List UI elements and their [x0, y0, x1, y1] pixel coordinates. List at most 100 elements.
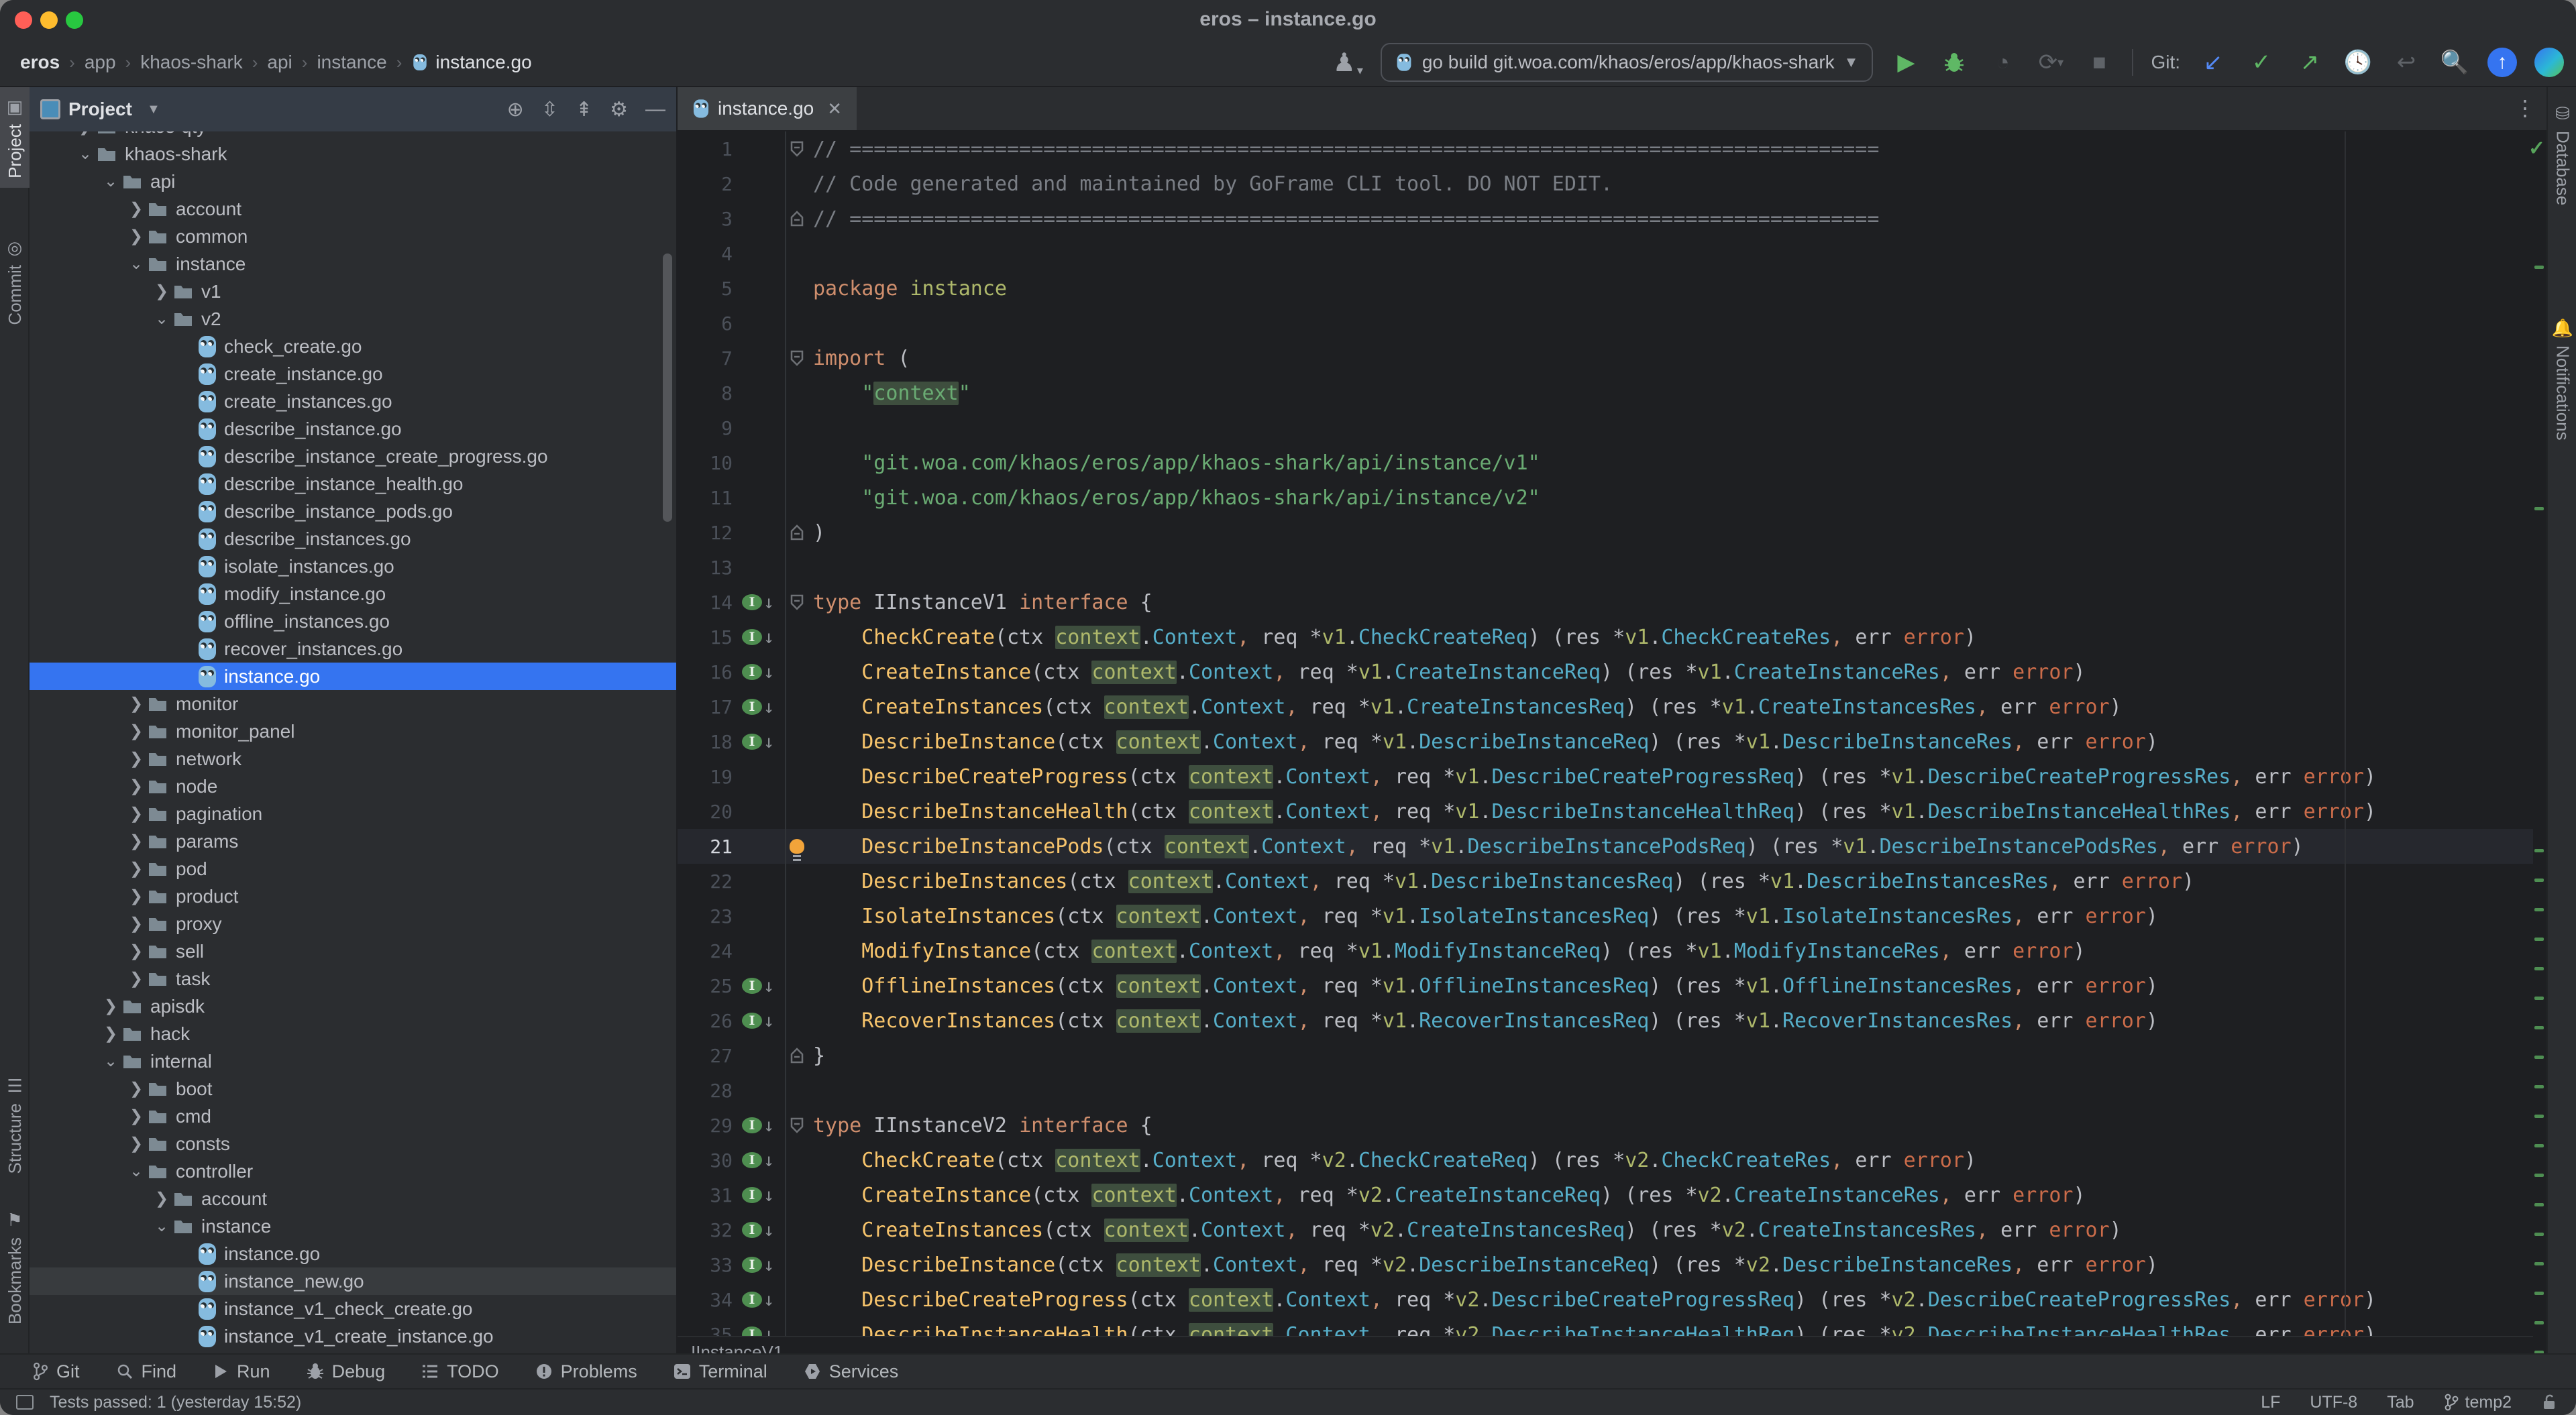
- chevron-right-icon[interactable]: ❯: [99, 997, 122, 1016]
- encoding-widget[interactable]: UTF-8: [2310, 1393, 2357, 1412]
- breadcrumb-item[interactable]: khaos-shark: [140, 52, 243, 73]
- code-line-24[interactable]: 24 ModifyInstance(ctx context.Context, r…: [678, 933, 2533, 968]
- tree-row-recover-instances-go[interactable]: recover_instances.go: [30, 635, 676, 663]
- git-commit-icon[interactable]: ✓: [2246, 47, 2277, 78]
- inspections-ok-icon[interactable]: ✓: [2528, 137, 2545, 160]
- code-editor[interactable]: 1// ====================================…: [678, 131, 2533, 1336]
- tree-row-describe-instance-create-progress-go[interactable]: describe_instance_create_progress.go: [30, 443, 676, 470]
- chevron-right-icon[interactable]: ❯: [125, 749, 148, 769]
- implemented-gutter-icon[interactable]: I↓: [742, 663, 785, 681]
- vcs-change-mark[interactable]: [2534, 1174, 2544, 1177]
- code-line-27[interactable]: 27}: [678, 1038, 2533, 1073]
- tree-row-instance-v1-create-instance-go[interactable]: instance_v1_create_instance.go: [30, 1322, 676, 1350]
- chevron-down-icon[interactable]: ⌄: [99, 172, 122, 191]
- toolwindow-button-problems[interactable]: Problems: [535, 1361, 637, 1382]
- code-line-17[interactable]: 17I↓ CreateInstances(ctx context.Context…: [678, 689, 2533, 724]
- tree-row-create-instance-go[interactable]: create_instance.go: [30, 360, 676, 388]
- debug-button[interactable]: [1939, 47, 1970, 78]
- tree-row-hack[interactable]: ❯hack: [30, 1020, 676, 1048]
- close-tab-icon[interactable]: ✕: [827, 99, 842, 119]
- rerun-with-coverage-button[interactable]: ⟳▾: [2035, 47, 2066, 78]
- chevron-right-icon[interactable]: ❯: [150, 282, 173, 301]
- implemented-gutter-icon[interactable]: I↓: [742, 1221, 785, 1239]
- chevron-down-icon[interactable]: ⌄: [99, 1052, 122, 1071]
- vcs-change-mark[interactable]: [2534, 938, 2544, 941]
- chevron-right-icon[interactable]: ❯: [125, 804, 148, 824]
- fold-marker-icon[interactable]: [785, 341, 808, 376]
- ide-update-icon[interactable]: ↑: [2487, 48, 2517, 77]
- implemented-gutter-icon[interactable]: I↓: [742, 1186, 785, 1204]
- code-line-25[interactable]: 25I↓ OfflineInstances(ctx context.Contex…: [678, 968, 2533, 1003]
- code-line-11[interactable]: 11 "git.woa.com/khaos/eros/app/khaos-sha…: [678, 480, 2533, 515]
- implemented-gutter-icon[interactable]: I↓: [742, 733, 785, 751]
- tree-row-proxy[interactable]: ❯proxy: [30, 910, 676, 938]
- locate-file-icon[interactable]: ⊕: [507, 98, 524, 121]
- implemented-gutter-icon[interactable]: I↓: [742, 628, 785, 646]
- tree-row-instance[interactable]: ⌄instance: [30, 250, 676, 278]
- vcs-change-mark[interactable]: [2534, 1292, 2544, 1295]
- chevron-right-icon[interactable]: ❯: [150, 1189, 173, 1208]
- code-line-22[interactable]: 22 DescribeInstances(ctx context.Context…: [678, 864, 2533, 899]
- vcs-change-mark[interactable]: [2534, 997, 2544, 1000]
- tree-row-isolate-instances-go[interactable]: isolate_instances.go: [30, 553, 676, 580]
- code-line-33[interactable]: 33I↓ DescribeInstance(ctx context.Contex…: [678, 1247, 2533, 1282]
- chevron-right-icon[interactable]: ❯: [125, 1134, 148, 1153]
- code-line-10[interactable]: 10 "git.woa.com/khaos/eros/app/khaos-sha…: [678, 445, 2533, 480]
- chevron-down-icon[interactable]: ⌄: [125, 1162, 148, 1181]
- git-branch-widget[interactable]: temp2: [2444, 1393, 2512, 1412]
- implemented-gutter-icon[interactable]: I↓: [742, 1117, 785, 1135]
- tool-window-toggle-icon[interactable]: [16, 1395, 34, 1410]
- code-line-2[interactable]: 2// Code generated and maintained by GoF…: [678, 166, 2533, 201]
- tree-row-describe-instance-go[interactable]: describe_instance.go: [30, 415, 676, 443]
- code-line-21[interactable]: 21 DescribeInstancePods(ctx context.Cont…: [678, 829, 2533, 864]
- chevron-right-icon[interactable]: ❯: [125, 914, 148, 933]
- chevron-right-icon[interactable]: ❯: [125, 694, 148, 714]
- chevron-right-icon[interactable]: ❯: [125, 859, 148, 879]
- vcs-change-mark[interactable]: [2534, 1203, 2544, 1206]
- git-push-icon[interactable]: ↗: [2294, 47, 2325, 78]
- code-line-12[interactable]: 12): [678, 515, 2533, 550]
- stripe-tab-commit[interactable]: ◎ Commit: [0, 228, 30, 335]
- code-line-35[interactable]: 35I↓ DescribeInstanceHealth(ctx context.…: [678, 1317, 2533, 1336]
- chevron-right-icon[interactable]: ❯: [125, 722, 148, 741]
- fold-marker-icon[interactable]: [785, 201, 808, 236]
- tree-row-api[interactable]: ⌄api: [30, 168, 676, 195]
- tree-row-internal[interactable]: ⌄internal: [30, 1048, 676, 1075]
- chevron-down-icon[interactable]: ⌄: [74, 144, 97, 164]
- tree-row-monitor[interactable]: ❯monitor: [30, 690, 676, 718]
- git-update-icon[interactable]: ↙: [2198, 47, 2229, 78]
- code-line-5[interactable]: 5package instance: [678, 271, 2533, 306]
- chevron-right-icon[interactable]: ❯: [125, 1079, 148, 1098]
- chevron-right-icon[interactable]: ❯: [125, 969, 148, 988]
- code-line-7[interactable]: 7import (: [678, 341, 2533, 376]
- tree-row-monitor-panel[interactable]: ❯monitor_panel: [30, 718, 676, 745]
- line-ending-widget[interactable]: LF: [2261, 1393, 2280, 1412]
- fold-marker-icon[interactable]: [785, 1108, 808, 1143]
- code-line-23[interactable]: 23 IsolateInstances(ctx context.Context,…: [678, 899, 2533, 933]
- tree-row-create-instances-go[interactable]: create_instances.go: [30, 388, 676, 415]
- tree-row-describe-instance-pods-go[interactable]: describe_instance_pods.go: [30, 498, 676, 525]
- stripe-tab-database[interactable]: ⛁ Database: [2548, 94, 2576, 215]
- implemented-gutter-icon[interactable]: I↓: [742, 1012, 785, 1030]
- tree-row-product[interactable]: ❯product: [30, 883, 676, 910]
- tree-row-v2[interactable]: ⌄v2: [30, 305, 676, 333]
- chevron-right-icon[interactable]: ❯: [125, 942, 148, 961]
- project-tree-scrollbar[interactable]: [663, 253, 672, 522]
- chevron-down-icon[interactable]: ⌄: [150, 309, 173, 329]
- tree-row-instance-go[interactable]: instance.go: [30, 663, 676, 690]
- status-message[interactable]: Tests passed: 1 (yesterday 15:52): [50, 1393, 301, 1412]
- fold-marker-icon[interactable]: [785, 131, 808, 166]
- implemented-gutter-icon[interactable]: I↓: [742, 1256, 785, 1274]
- editor-error-stripe[interactable]: ✓: [2533, 131, 2546, 1336]
- tree-row-modify-instance-go[interactable]: modify_instance.go: [30, 580, 676, 608]
- collapse-all-icon[interactable]: ⇞: [576, 98, 592, 121]
- implemented-gutter-icon[interactable]: I↓: [742, 593, 785, 612]
- stripe-tab-project[interactable]: ▣ Project: [0, 87, 30, 188]
- tree-row-apisdk[interactable]: ❯apisdk: [30, 993, 676, 1020]
- fold-marker-icon[interactable]: [785, 1038, 808, 1073]
- code-line-8[interactable]: 8 "context": [678, 376, 2533, 410]
- vcs-change-mark[interactable]: [2534, 1056, 2544, 1059]
- code-line-31[interactable]: 31I↓ CreateInstance(ctx context.Context,…: [678, 1178, 2533, 1212]
- code-line-3[interactable]: 3// ====================================…: [678, 201, 2533, 236]
- tree-row-instance-v1-check-create-go[interactable]: instance_v1_check_create.go: [30, 1295, 676, 1322]
